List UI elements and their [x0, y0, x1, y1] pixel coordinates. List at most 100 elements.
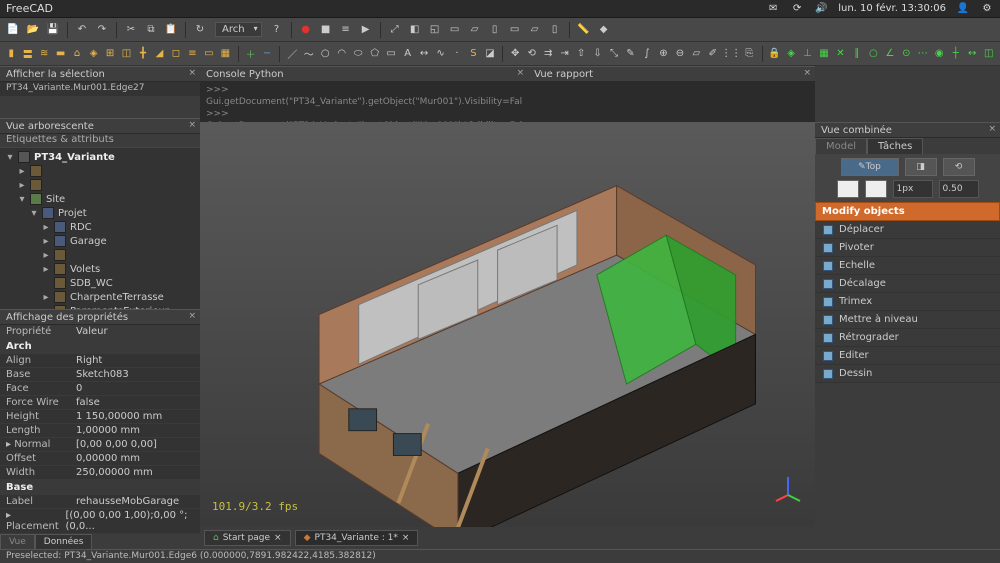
selection-item[interactable]: PT34_Variante.Mur001.Edge27	[0, 82, 200, 96]
view-bottom-icon[interactable]: ▱	[526, 21, 544, 39]
draft-circle-icon[interactable]: ○	[318, 45, 332, 63]
arch-wall-icon[interactable]: ▮	[4, 45, 18, 63]
draft-array-icon[interactable]: ⋮⋮	[722, 45, 740, 63]
arch-space-icon[interactable]: ◻	[169, 45, 183, 63]
measure-icon[interactable]: 📏	[575, 21, 593, 39]
tree-item-rdc[interactable]: ▸RDC	[0, 220, 200, 234]
tree-item-charpente[interactable]: ▸CharpenteTerrasse	[0, 290, 200, 304]
draft-snap-intersect-icon[interactable]: ✕	[833, 45, 847, 63]
draft-dimension-icon[interactable]: ↔	[417, 45, 431, 63]
draft-snap-end-icon[interactable]: ○	[866, 45, 880, 63]
apply-style-button[interactable]: ⟲	[943, 158, 975, 176]
draft-draft2sketch-icon[interactable]: ✐	[706, 45, 720, 63]
arch-structure-icon[interactable]: 〓	[20, 45, 34, 63]
draft-snap-dim-icon[interactable]: ↔	[965, 45, 979, 63]
workplane-top-button[interactable]: ✎ Top	[841, 158, 899, 176]
arch-remove-icon[interactable]: −	[260, 45, 274, 63]
task-pivoter[interactable]: Pivoter	[815, 239, 1000, 257]
tree-view[interactable]: ▾PT34_Variante ▸ ▸ ▾Site ▾Projet ▸RDC ▸G…	[0, 148, 200, 309]
draft-snap-angle-icon[interactable]: ∠	[883, 45, 897, 63]
task-deplacer[interactable]: Déplacer	[815, 221, 1000, 239]
draft-polygon-icon[interactable]: ⬠	[367, 45, 381, 63]
close-icon[interactable]: ×	[188, 68, 196, 78]
arch-floor-icon[interactable]: ▬	[53, 45, 67, 63]
draft-upgrade-icon[interactable]: ⇧	[574, 45, 588, 63]
view-right-icon[interactable]: ▯	[486, 21, 504, 39]
draft-delpoint-icon[interactable]: ⊖	[673, 45, 687, 63]
python-console[interactable]: >>> Gui.getDocument("PT34_Variante").get…	[200, 82, 528, 122]
draft-addpoint-icon[interactable]: ⊕	[656, 45, 670, 63]
tab-document[interactable]: ◆PT34_Variante : 1*×	[295, 530, 419, 546]
close-icon[interactable]: ×	[402, 533, 410, 543]
close-icon[interactable]: ×	[274, 533, 282, 543]
close-icon[interactable]: ×	[803, 68, 811, 78]
open-file-icon[interactable]: 📂	[24, 21, 42, 39]
part-tool-icon[interactable]: ◆	[595, 21, 613, 39]
view-top-icon[interactable]: ▱	[466, 21, 484, 39]
tab-vue[interactable]: Vue	[0, 534, 35, 549]
arch-add-icon[interactable]: ＋	[243, 45, 257, 63]
task-niveau[interactable]: Mettre à niveau	[815, 311, 1000, 329]
draft-snap-ext-icon[interactable]: ⋯	[916, 45, 930, 63]
task-retrograder[interactable]: Rétrograder	[815, 329, 1000, 347]
view-front-icon[interactable]: ▭	[446, 21, 464, 39]
3d-viewport[interactable]: 101.9/3.2 fps	[200, 122, 815, 527]
report-view[interactable]	[528, 82, 815, 122]
draft-snap-wp-icon[interactable]: ◫	[981, 45, 995, 63]
save-icon[interactable]: 💾	[44, 21, 62, 39]
view-iso-icon[interactable]: ◱	[426, 21, 444, 39]
task-section-header[interactable]: Modify objects	[815, 202, 1000, 221]
draft-edit-icon[interactable]: ✎	[623, 45, 637, 63]
draft-snap-center-icon[interactable]: ⊙	[899, 45, 913, 63]
view-left-icon[interactable]: ▯	[546, 21, 564, 39]
fit-all-icon[interactable]: ⤢	[386, 21, 404, 39]
copy-icon[interactable]: ⧉	[142, 21, 160, 39]
draft-ellipse-icon[interactable]: ⬭	[351, 45, 365, 63]
draft-snap-perp-icon[interactable]: ⊥	[800, 45, 814, 63]
property-editor[interactable]: Arch AlignRight BaseSketch083 Face0 Forc…	[0, 339, 200, 534]
linewidth-field[interactable]	[893, 180, 933, 198]
close-icon[interactable]: ×	[988, 124, 996, 134]
arch-rebar-icon[interactable]: ≋	[37, 45, 51, 63]
volume-icon[interactable]: 🔊	[814, 2, 828, 16]
draft-offset-icon[interactable]: ⇉	[541, 45, 555, 63]
tree-item-garage[interactable]: ▸Garage	[0, 234, 200, 248]
tree-item-volets[interactable]: ▸Volets	[0, 262, 200, 276]
draft-shapestring-icon[interactable]: S	[466, 45, 480, 63]
axis-gizmo[interactable]	[773, 473, 803, 503]
scale-field[interactable]	[939, 180, 979, 198]
paste-icon[interactable]: 📋	[162, 21, 180, 39]
draft-wire-icon[interactable]: 〜	[302, 45, 316, 63]
draft-rotate-icon[interactable]: ⟲	[524, 45, 538, 63]
arch-section-icon[interactable]: ◫	[119, 45, 133, 63]
draft-clone-icon[interactable]: ⎘	[742, 45, 756, 63]
arch-roof-icon[interactable]: ◢	[152, 45, 166, 63]
settings-icon[interactable]: ⚙	[980, 2, 994, 16]
close-icon[interactable]: ×	[517, 68, 525, 78]
draw-style-icon[interactable]: ◧	[406, 21, 424, 39]
new-file-icon[interactable]: 📄	[4, 21, 22, 39]
workbench-selector[interactable]: Arch	[215, 22, 262, 37]
tree-item[interactable]: ▸	[0, 178, 200, 192]
tree-root[interactable]: ▾PT34_Variante	[0, 150, 200, 164]
draft-point-icon[interactable]: ·	[450, 45, 464, 63]
macro-stop-icon[interactable]: ■	[317, 21, 335, 39]
tree-item-site[interactable]: ▾Site	[0, 192, 200, 206]
draft-snap-mid-icon[interactable]: ◈	[784, 45, 798, 63]
tree-item-sdb[interactable]: SDB_WC	[0, 276, 200, 290]
draft-facebinder-icon[interactable]: ◪	[483, 45, 497, 63]
close-icon[interactable]: ×	[188, 120, 196, 130]
arch-stairs-icon[interactable]: ≡	[185, 45, 199, 63]
undo-icon[interactable]: ↶	[73, 21, 91, 39]
draft-snap-parallel-icon[interactable]: ∥	[850, 45, 864, 63]
updates-icon[interactable]: ⟳	[790, 2, 804, 16]
arch-window-icon[interactable]: ⊞	[103, 45, 117, 63]
tab-start-page[interactable]: ⌂Start page×	[204, 530, 291, 546]
tree-item[interactable]: ▸	[0, 248, 200, 262]
color-button[interactable]: ◨	[905, 158, 937, 176]
macro-edit-icon[interactable]: ≡	[337, 21, 355, 39]
draft-snap-ortho-icon[interactable]: ┼	[949, 45, 963, 63]
task-trimex[interactable]: Trimex	[815, 293, 1000, 311]
task-decalage[interactable]: Décalage	[815, 275, 1000, 293]
whatsthis-icon[interactable]: ?	[268, 21, 286, 39]
